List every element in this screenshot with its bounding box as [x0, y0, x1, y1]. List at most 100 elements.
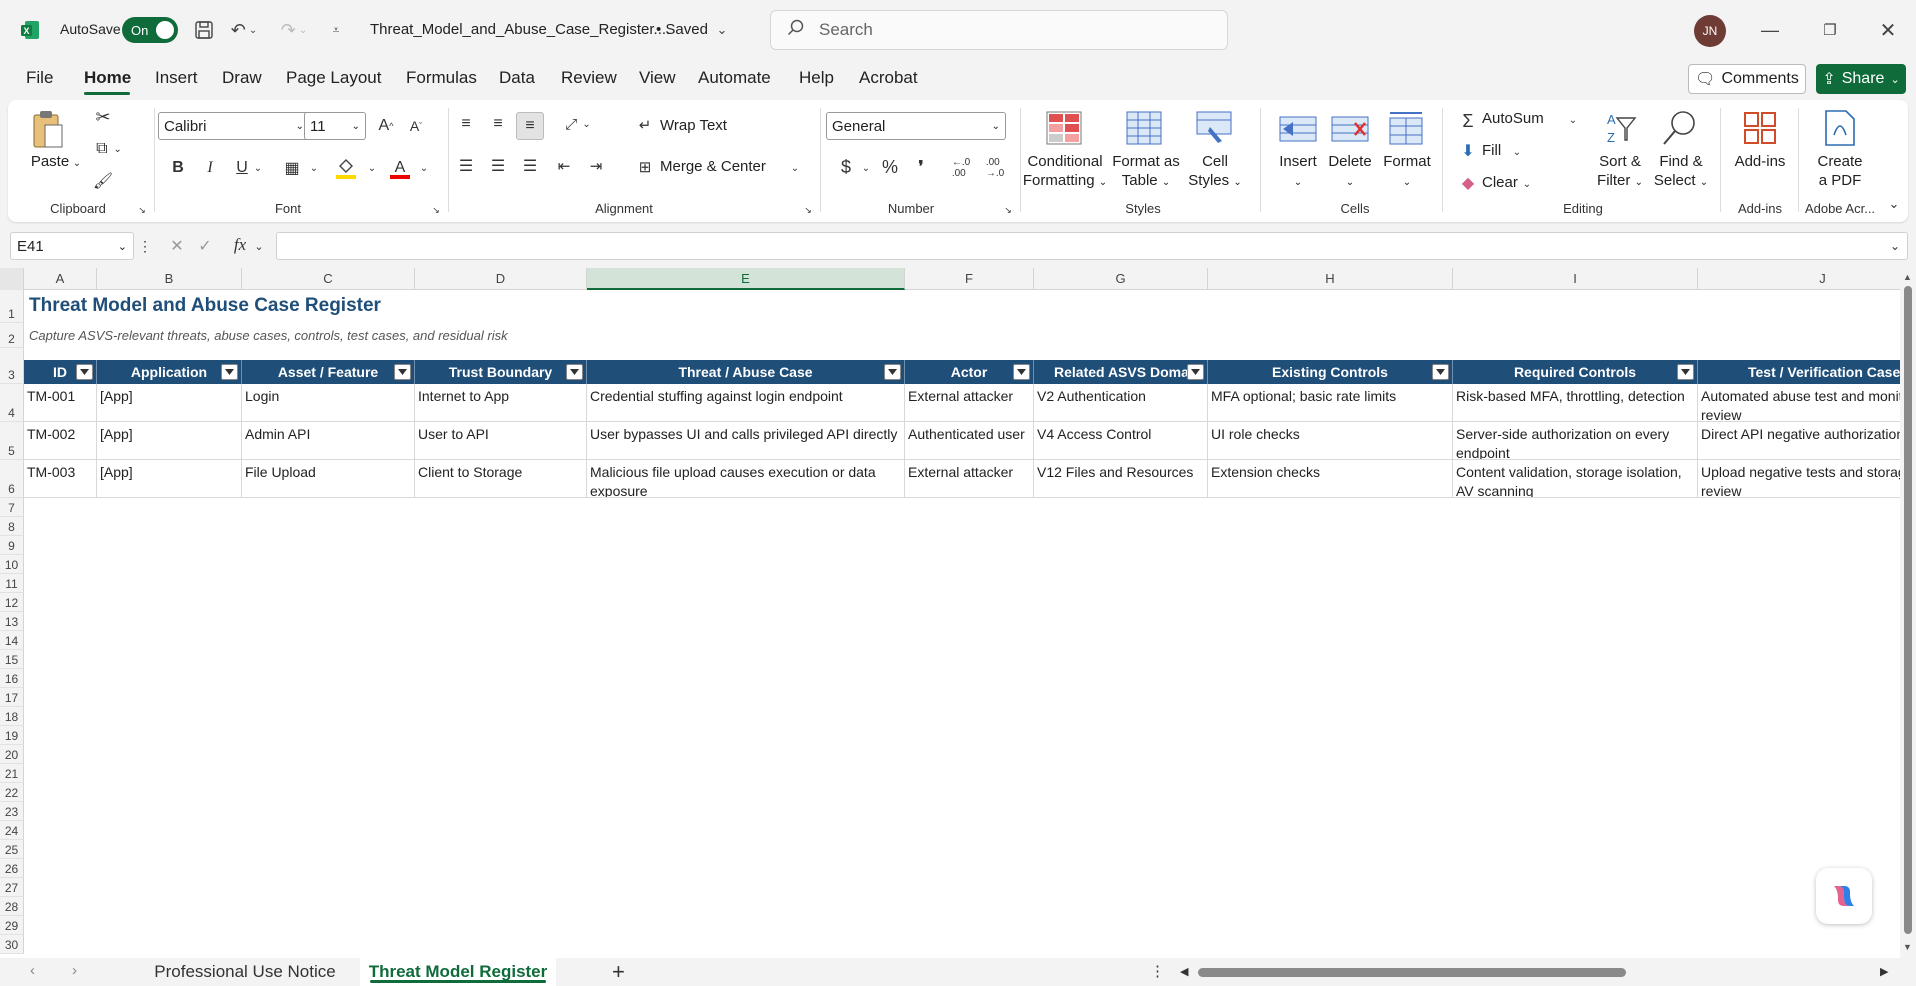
- orientation-icon[interactable]: ⤢ ⌄: [560, 112, 596, 136]
- wrap-text-button[interactable]: Wrap Text: [660, 117, 727, 134]
- share-button[interactable]: ⇪ Share ⌄: [1816, 64, 1906, 94]
- menu-review[interactable]: Review: [561, 68, 617, 88]
- table-cell[interactable]: TM-001: [24, 384, 97, 422]
- decrease-indent-icon[interactable]: ⇤: [552, 154, 576, 178]
- row-header[interactable]: 3: [0, 348, 24, 384]
- insert-cells-icon[interactable]: [1278, 110, 1318, 148]
- sort-filter-button[interactable]: Sort & Filter ⌄: [1584, 152, 1656, 192]
- filter-dropdown-icon[interactable]: [566, 364, 583, 380]
- tab-scroll-right-icon[interactable]: ›: [72, 962, 77, 979]
- table-cell[interactable]: V4 Access Control: [1034, 422, 1208, 460]
- fill-icon[interactable]: ⬇: [1458, 140, 1478, 162]
- chevron-down-icon[interactable]: ⌄: [418, 158, 430, 178]
- clear-button[interactable]: Clear: [1482, 174, 1518, 191]
- row-header[interactable]: 4: [0, 384, 24, 422]
- table-cell[interactable]: Client to Storage: [415, 460, 587, 498]
- column-header-f[interactable]: F: [905, 268, 1034, 290]
- row-header[interactable]: 22: [0, 783, 24, 802]
- autosave-toggle[interactable]: On: [122, 17, 178, 43]
- filter-dropdown-icon[interactable]: [884, 364, 901, 380]
- add-ins-icon[interactable]: [1740, 108, 1780, 148]
- table-cell[interactable]: [App]: [97, 422, 242, 460]
- tab-scroll-left-icon[interactable]: ‹: [30, 962, 35, 979]
- row-header[interactable]: 25: [0, 840, 24, 859]
- customize-toolbar-icon[interactable]: ⩡: [326, 15, 346, 45]
- tab-threat-model-register[interactable]: Threat Model Register: [360, 958, 556, 986]
- column-header-h[interactable]: H: [1208, 268, 1453, 290]
- header-threat-abuse-case[interactable]: Threat / Abuse Case: [587, 360, 905, 384]
- font-name-select[interactable]: Calibri ⌄: [158, 112, 310, 140]
- restore-icon[interactable]: ❐: [1818, 15, 1842, 45]
- format-as-table-icon[interactable]: [1124, 108, 1164, 148]
- menu-automate[interactable]: Automate: [698, 68, 771, 88]
- format-painter-icon[interactable]: 🖌: [92, 170, 114, 192]
- column-header-c[interactable]: C: [242, 268, 415, 290]
- decrease-decimal-icon[interactable]: .00 →.0: [982, 156, 1008, 180]
- table-cell[interactable]: Content validation, storage isolation, A…: [1453, 460, 1698, 498]
- row-header[interactable]: 30: [0, 935, 24, 954]
- more-options-icon[interactable]: ⋮: [138, 238, 152, 254]
- align-middle-icon[interactable]: ≡: [486, 112, 510, 136]
- filter-dropdown-icon[interactable]: [1013, 364, 1030, 380]
- add-ins-button[interactable]: Add-ins: [1726, 152, 1794, 171]
- row-header[interactable]: 11: [0, 574, 24, 593]
- autosum-icon[interactable]: Σ: [1458, 110, 1478, 132]
- increase-decimal-icon[interactable]: ←.0.00: [948, 156, 974, 180]
- format-cells-icon[interactable]: [1386, 108, 1426, 148]
- filter-dropdown-icon[interactable]: [394, 364, 411, 380]
- row-header[interactable]: 8: [0, 517, 24, 536]
- table-cell[interactable]: Automated abuse test and monitoring revi…: [1698, 384, 1900, 422]
- chevron-down-icon[interactable]: ⌄: [308, 158, 320, 178]
- table-cell[interactable]: V12 Files and Resources: [1034, 460, 1208, 498]
- row-header[interactable]: 6: [0, 460, 24, 498]
- dialog-launcher-icon[interactable]: ↘: [430, 204, 442, 216]
- menu-home[interactable]: Home: [84, 68, 131, 88]
- menu-view[interactable]: View: [639, 68, 676, 88]
- formula-input[interactable]: [276, 232, 1908, 260]
- merge-center-icon[interactable]: ⊞: [634, 156, 656, 178]
- create-pdf-button[interactable]: Create a PDF: [1804, 152, 1876, 190]
- minimize-icon[interactable]: —: [1758, 15, 1782, 45]
- insert-cells-button[interactable]: Insert ⌄: [1270, 152, 1326, 192]
- header-actor[interactable]: Actor: [905, 360, 1034, 384]
- chevron-down-icon[interactable]: ⌄: [1520, 174, 1534, 194]
- close-icon[interactable]: ✕: [1876, 15, 1900, 45]
- filter-dropdown-icon[interactable]: [1187, 364, 1204, 380]
- file-name[interactable]: Threat_Model_and_Abuse_Case_Register....: [370, 21, 670, 38]
- insert-function-button[interactable]: fx: [228, 234, 252, 256]
- header-trust-boundary[interactable]: Trust Boundary: [415, 360, 587, 384]
- merge-center-button[interactable]: Merge & Center: [660, 158, 766, 175]
- more-options-icon[interactable]: ⋮: [1150, 962, 1165, 980]
- align-left-icon[interactable]: ☰: [454, 154, 478, 178]
- row-header[interactable]: 27: [0, 878, 24, 897]
- align-right-icon[interactable]: ☰: [518, 154, 542, 178]
- column-header-j[interactable]: J: [1698, 268, 1900, 290]
- collapse-ribbon-icon[interactable]: ⌄: [1886, 196, 1902, 212]
- delete-cells-icon[interactable]: [1330, 110, 1370, 148]
- row-header[interactable]: 14: [0, 631, 24, 650]
- horizontal-scroll-thumb[interactable]: [1198, 968, 1626, 977]
- conditional-formatting-button[interactable]: Conditional Formatting ⌄: [1022, 152, 1108, 192]
- dialog-launcher-icon[interactable]: ↘: [136, 204, 148, 216]
- increase-font-icon[interactable]: A ^: [374, 114, 398, 138]
- filter-dropdown-icon[interactable]: [221, 364, 238, 380]
- table-cell[interactable]: Extension checks: [1208, 460, 1453, 498]
- header-required-controls[interactable]: Required Controls: [1453, 360, 1698, 384]
- table-cell[interactable]: Authenticated user: [905, 422, 1034, 460]
- align-top-icon[interactable]: ≡: [454, 112, 478, 136]
- chevron-down-icon[interactable]: ⌄: [1510, 142, 1524, 162]
- row-header[interactable]: 29: [0, 916, 24, 935]
- font-color-icon[interactable]: A: [388, 154, 412, 182]
- cancel-icon[interactable]: ✕: [168, 236, 186, 256]
- dialog-launcher-icon[interactable]: ↘: [1002, 204, 1014, 216]
- table-cell[interactable]: [App]: [97, 384, 242, 422]
- row-header[interactable]: 5: [0, 422, 24, 460]
- hscroll-left-icon[interactable]: ◀: [1180, 965, 1188, 978]
- decrease-font-icon[interactable]: Aˇ: [404, 114, 428, 138]
- menu-acrobat[interactable]: Acrobat: [859, 68, 918, 88]
- percent-button[interactable]: %: [878, 154, 902, 180]
- borders-icon[interactable]: ▦: [280, 156, 304, 180]
- column-header-g[interactable]: G: [1034, 268, 1208, 290]
- table-cell[interactable]: External attacker: [905, 460, 1034, 498]
- row-header[interactable]: 28: [0, 897, 24, 916]
